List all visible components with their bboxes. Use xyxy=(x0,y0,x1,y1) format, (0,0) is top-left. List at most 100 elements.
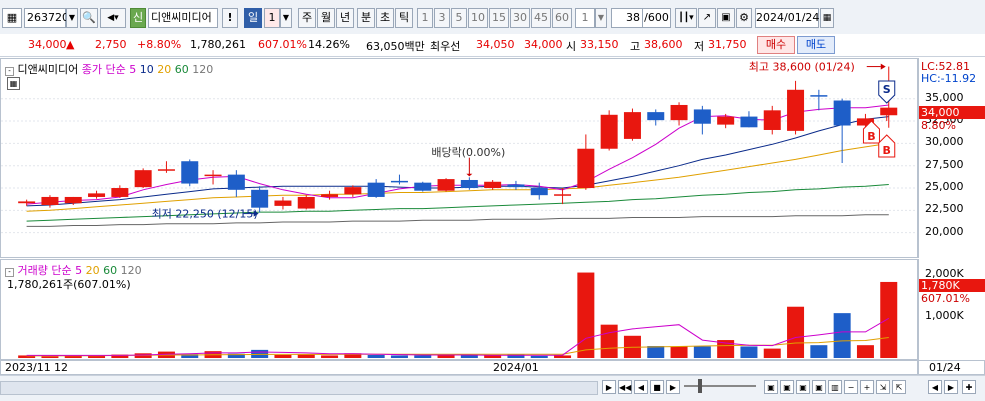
buy-signal-marker-label: B xyxy=(867,130,875,143)
turnover-rate: 14.26% xyxy=(308,38,350,51)
candle-body-18 xyxy=(437,179,455,191)
current-rate-tag: 8.80% xyxy=(921,119,956,132)
interval-3-button[interactable]: 3 xyxy=(434,8,450,28)
candle-type-icon[interactable]: ┃┃▾ xyxy=(675,8,697,28)
date-axis-cursor: 01/24 xyxy=(918,360,985,375)
open-price: 33,150 xyxy=(580,38,619,51)
candle-body-14 xyxy=(344,187,362,195)
play-icon[interactable]: ▶ xyxy=(666,380,680,394)
price-axis: LC:52.81 HC:-11.92 35,000 32,500 30,000 27,… xyxy=(918,58,985,258)
legend-ma20: 20 xyxy=(157,63,172,76)
price-chart-pane[interactable]: 최고 38,600 (01/24) 최저 22,250 (12/15) 배당락(0.… xyxy=(0,58,918,258)
period-num-input[interactable]: 1 xyxy=(264,8,280,28)
date-label-2023-11: 2023/11 xyxy=(5,361,51,374)
volume-bar-27 xyxy=(647,346,665,358)
trade-volume: 1,780,261 xyxy=(190,38,246,51)
candle-body-17 xyxy=(414,182,432,191)
buy-button[interactable]: 매수 xyxy=(757,36,795,54)
code-dropdown-icon[interactable]: ▼ xyxy=(66,8,78,28)
bar-chart-icon[interactable]: ▥ xyxy=(828,380,842,394)
period-week-button[interactable]: 주 xyxy=(298,8,316,28)
volume-ma5-line xyxy=(26,317,890,356)
volume-chart-pane[interactable]: - 거래량 단순 5 20 60 120 1,780,261주(607.01%) xyxy=(0,259,918,360)
expand-icon[interactable]: ⇱ xyxy=(892,380,906,394)
play-back-icon[interactable]: ◀ xyxy=(634,380,648,394)
sell-signal-marker-label: S xyxy=(883,83,891,96)
pan-right-icon[interactable]: ▶ xyxy=(944,380,958,394)
save-icon[interactable]: ▣ xyxy=(717,8,735,28)
interval-10-button[interactable]: 10 xyxy=(468,8,488,28)
cursor-date: 01/24 xyxy=(929,361,961,374)
sell-button[interactable]: 매도 xyxy=(797,36,835,54)
speaker-icon[interactable]: ◀▾ xyxy=(100,8,126,28)
price-tick-4: 25,000 xyxy=(925,180,964,194)
speed-slider[interactable] xyxy=(684,385,756,387)
price-tick-5: 22,500 xyxy=(925,202,964,216)
period-second-button[interactable]: 초 xyxy=(376,8,394,28)
open-label: 시 xyxy=(566,40,577,53)
interval-15-button[interactable]: 15 xyxy=(489,8,509,28)
rewind-icon[interactable]: ◀◀ xyxy=(618,380,632,394)
scroll-right-icon[interactable]: ▶ xyxy=(602,380,616,394)
credit-badge: 신 xyxy=(130,8,146,28)
stock-name: 디앤씨미디어 xyxy=(148,8,218,28)
volume-bar-34 xyxy=(810,345,828,358)
custom-interval-dropdown-icon[interactable]: ▼ xyxy=(595,8,607,28)
candle-body-25 xyxy=(600,114,618,149)
period-minute-button[interactable]: 분 xyxy=(357,8,375,28)
period-dropdown-icon[interactable]: ▼ xyxy=(280,8,292,28)
interval-60-button[interactable]: 60 xyxy=(552,8,572,28)
candle-body-35 xyxy=(833,100,851,126)
speed-slider-thumb[interactable] xyxy=(698,379,702,393)
best-quote-label: 최우선 xyxy=(430,40,461,53)
dividend-annotation: 배당락(0.00%) xyxy=(431,146,505,159)
zoom-fit-icon[interactable]: ▣ xyxy=(764,380,778,394)
volume-bar-11 xyxy=(274,355,292,358)
candle-body-10 xyxy=(251,189,269,208)
candle-body-8 xyxy=(204,174,222,177)
price-tick-3: 27,500 xyxy=(925,157,964,171)
chart-tool-icon[interactable]: ▣ xyxy=(812,380,826,394)
grid-icon[interactable]: ▦ xyxy=(2,8,22,28)
date-label-12: 12 xyxy=(54,361,68,374)
candle-body-11 xyxy=(274,200,292,206)
toolbar: ▦ 263720 ▼ 🔍 ◀▾ 신 디앤씨미디어 ! 일 1 ▼ 주 월 년 분… xyxy=(0,0,985,35)
search-icon[interactable]: 🔍 xyxy=(80,8,98,28)
pan-left-icon[interactable]: ◀ xyxy=(928,380,942,394)
horizontal-scrollbar[interactable] xyxy=(0,381,598,395)
period-month-button[interactable]: 월 xyxy=(317,8,335,28)
compress-icon[interactable]: ⇲ xyxy=(876,380,890,394)
candle-body-33 xyxy=(787,89,805,131)
candle-body-20 xyxy=(484,181,502,189)
collapse-icon[interactable]: - xyxy=(5,67,14,76)
period-tick-button[interactable]: 틱 xyxy=(395,8,413,28)
custom-interval-input[interactable]: 1 xyxy=(575,8,595,28)
period-day-button[interactable]: 일 xyxy=(244,8,262,28)
interval-1-button[interactable]: 1 xyxy=(417,8,433,28)
interval-45-button[interactable]: 45 xyxy=(531,8,551,28)
interval-5-button[interactable]: 5 xyxy=(451,8,467,28)
gear-icon[interactable]: ⚙ xyxy=(736,8,752,28)
legend-ma10: 10 xyxy=(139,63,154,76)
zoom-reset-icon[interactable]: ▣ xyxy=(780,380,794,394)
calendar-icon[interactable]: ▦ xyxy=(820,8,834,28)
alert-button[interactable]: ! xyxy=(222,8,238,28)
stock-code-input[interactable]: 263720 xyxy=(24,8,69,28)
draw-tool-icon[interactable]: ↗ xyxy=(698,8,716,28)
maximize-icon[interactable]: ✚ xyxy=(962,380,976,394)
interval-30-button[interactable]: 30 xyxy=(510,8,530,28)
period-year-button[interactable]: 년 xyxy=(336,8,354,28)
stop-icon[interactable]: ■ xyxy=(650,380,664,394)
volume-bar-20 xyxy=(484,355,502,358)
calculator-icon[interactable]: ▦ xyxy=(7,77,20,90)
zoom-in-icon[interactable]: + xyxy=(860,380,874,394)
zoom-out-icon[interactable]: − xyxy=(844,380,858,394)
ask-price: 34,050 xyxy=(476,38,515,51)
date-label-2024-01: 2024/01 xyxy=(493,361,539,374)
candle-body-32 xyxy=(763,110,781,130)
zoom-toggle-icon[interactable]: ▣ xyxy=(796,380,810,394)
high-price: 38,600 xyxy=(644,38,683,51)
count-input[interactable]: 38 xyxy=(611,8,643,28)
candle-body-1 xyxy=(41,196,59,205)
date-input[interactable]: 2024/01/24 xyxy=(755,8,819,28)
